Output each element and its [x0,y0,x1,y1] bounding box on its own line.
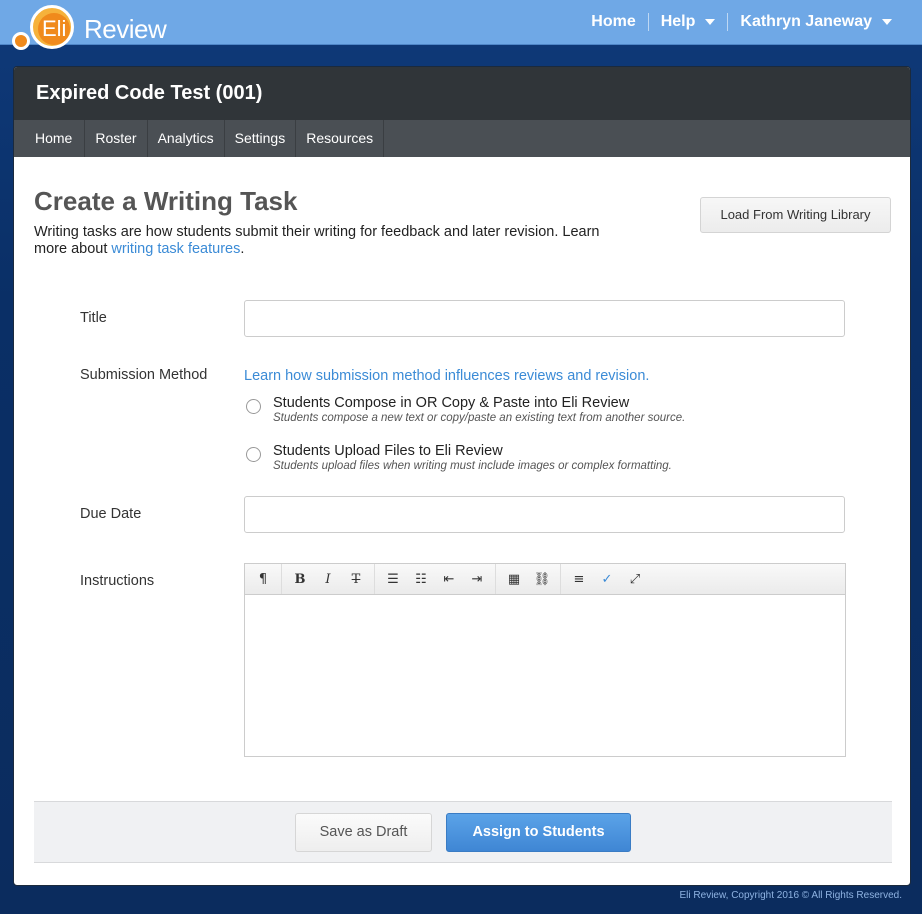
writing-task-features-link[interactable]: writing task features [111,241,240,257]
assign-to-students-button[interactable]: Assign to Students [446,813,631,852]
instructions-label: Instructions [80,573,155,589]
radio-upload[interactable] [246,447,261,462]
table-icon[interactable]: ▦ [500,572,528,587]
nav-help-menu[interactable]: Help [649,13,728,31]
align-icon[interactable]: ≡ [565,572,593,587]
option-compose-label: Students Compose in OR Copy & Paste into… [273,395,630,411]
tab-home[interactable]: Home [14,120,86,157]
nav-home-link[interactable]: Home [579,13,647,31]
page-content: Create a Writing Task Writing tasks are … [14,157,910,885]
due-date-input[interactable] [244,496,845,533]
fullscreen-icon[interactable]: ⤢ [621,572,649,587]
tab-analytics[interactable]: Analytics [148,120,225,157]
submission-option-upload[interactable]: Students Upload Files to Eli Review Stud… [244,443,672,472]
course-title: Expired Code Test (001) [14,67,910,120]
submission-method-link[interactable]: Learn how submission method influences r… [244,368,649,384]
option-upload-help: Students upload files when writing must … [273,460,672,472]
top-nav: Home Help Kathryn Janeway [579,13,904,31]
link-icon[interactable]: ⛓ [528,572,556,587]
due-date-label: Due Date [80,506,142,522]
load-from-library-button[interactable]: Load From Writing Library [700,197,891,233]
action-bar: Save as Draft Assign to Students [34,801,892,863]
option-upload-label: Students Upload Files to Eli Review [273,443,503,459]
title-label: Title [80,310,107,326]
logo-eli-text: Eli [42,16,67,41]
tab-roster[interactable]: Roster [85,120,148,157]
title-input[interactable] [244,300,845,337]
paragraph-format-icon[interactable]: ¶ [249,572,277,587]
italic-icon[interactable]: I [314,572,342,587]
editor-toolbar: ¶ B I T ☰ ☷ ⇤ ⇥ ▦ ⛓ ≡ ✓ ⤢ [245,564,845,595]
copyright-text: Eli Review, Copyright 2016 © All Rights … [679,890,902,901]
chevron-down-icon [705,19,716,25]
submission-option-compose[interactable]: Students Compose in OR Copy & Paste into… [244,395,685,424]
save-draft-button[interactable]: Save as Draft [295,813,432,852]
page-title: Create a Writing Task [34,186,298,216]
numbered-list-icon[interactable]: ☷ [407,572,435,587]
bold-icon[interactable]: B [286,572,314,587]
instructions-editor: ¶ B I T ☰ ☷ ⇤ ⇥ ▦ ⛓ ≡ ✓ ⤢ [244,563,846,757]
instructions-text-area[interactable] [245,595,845,756]
main-card: Expired Code Test (001) Home Roster Anal… [13,66,911,886]
strikethrough-icon[interactable]: T [342,572,370,587]
submission-method-label: Submission Method [80,367,208,383]
chevron-down-icon [882,19,892,25]
option-compose-help: Students compose a new text or copy/past… [273,412,686,424]
logo-review-text: Review [84,14,167,44]
course-nav: Home Roster Analytics Settings Resources [14,120,910,157]
user-menu[interactable]: Kathryn Janeway [728,13,904,31]
page-description: Writing tasks are how students submit th… [34,224,600,257]
tab-settings[interactable]: Settings [225,120,297,157]
radio-compose[interactable] [246,399,261,414]
outdent-icon[interactable]: ⇤ [435,572,463,587]
top-bar: Eli Review Home Help Kathryn Janeway [0,0,922,50]
spellcheck-icon[interactable]: ✓ [593,572,621,587]
logo-bubble-icon [12,32,30,50]
indent-icon[interactable]: ⇥ [463,572,491,587]
tab-resources[interactable]: Resources [296,120,385,157]
eli-review-logo[interactable]: Eli Review [12,2,167,52]
bulleted-list-icon[interactable]: ☰ [379,572,407,587]
